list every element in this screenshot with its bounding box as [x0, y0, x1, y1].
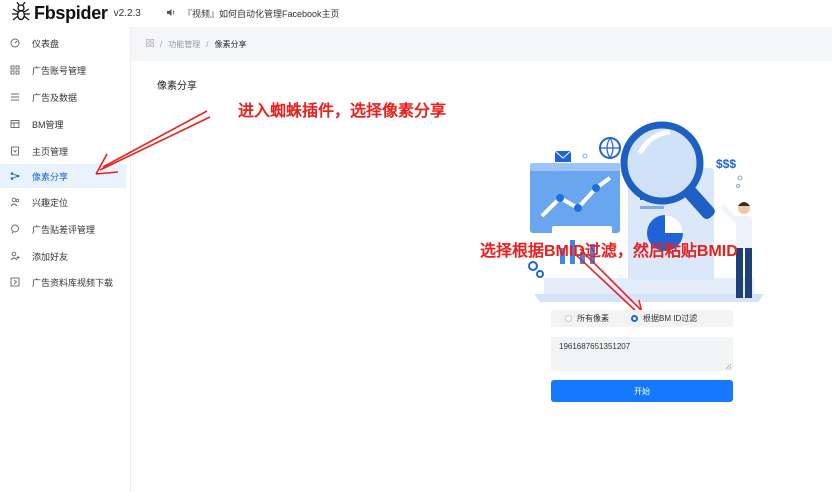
pixel-filter-radio-group: 所有像素 根据BM ID过滤 — [551, 310, 733, 327]
radio-checked-icon — [631, 315, 638, 322]
radio-filter-by-bm-id-label: 根据BM ID过滤 — [643, 314, 698, 323]
resize-handle-icon[interactable] — [725, 363, 731, 369]
annotation-arrows — [95, 110, 644, 319]
radio-all-pixels-label: 所有像素 — [577, 314, 609, 323]
radio-all-pixels[interactable]: 所有像素 — [565, 313, 609, 324]
arrow-to-bm-radio — [573, 248, 644, 319]
radio-unchecked-icon — [565, 315, 572, 322]
start-button[interactable]: 开始 — [551, 380, 733, 402]
bm-id-textarea[interactable]: 1961687651351207 — [551, 337, 733, 371]
bm-id-value: 1961687651351207 — [559, 342, 631, 351]
radio-filter-by-bm-id[interactable]: 根据BM ID过滤 — [631, 313, 697, 324]
arrow-to-pixel-share — [95, 110, 211, 175]
